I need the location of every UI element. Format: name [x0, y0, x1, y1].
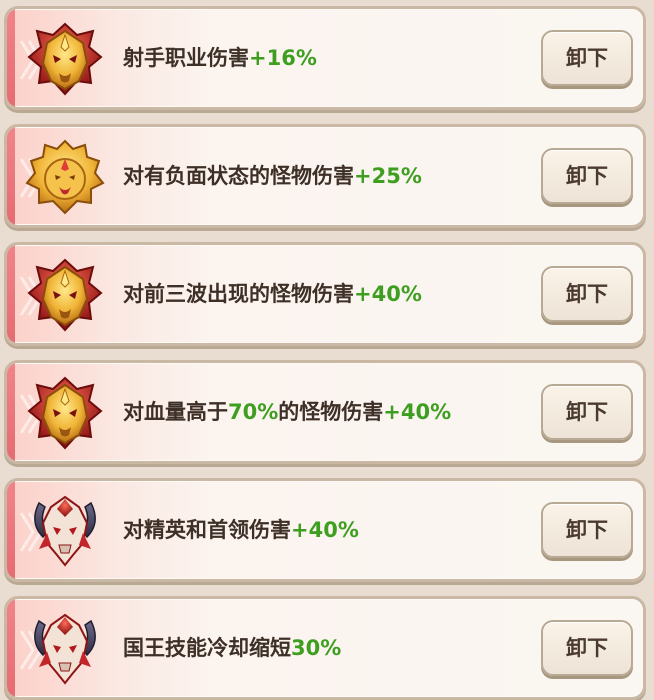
- bonus-text: 对有负面状态的怪物伤害: [123, 164, 354, 188]
- bonus-value: 30%: [291, 636, 342, 660]
- bonus-value: +40%: [383, 400, 452, 424]
- unequip-button[interactable]: 卸下: [541, 148, 633, 204]
- bonus-description: 对有负面状态的怪物伤害+25%: [123, 127, 422, 225]
- bonus-text: 射手职业伤害: [123, 46, 249, 70]
- bonus-description: 对前三波出现的怪物伤害+40%: [123, 245, 422, 343]
- bonus-text: 对前三波出现的怪物伤害: [123, 282, 354, 306]
- bonus-description: 国王技能冷却缩短30%: [123, 599, 341, 697]
- unequip-button[interactable]: 卸下: [541, 502, 633, 558]
- gold-dragon-crest-icon: [25, 257, 105, 333]
- horned-skull-crest-icon: [25, 611, 105, 687]
- bonus-row: 对前三波出现的怪物伤害+40% 卸下: [4, 242, 646, 346]
- bonus-row: 对血量高于70%的怪物伤害+40% 卸下: [4, 360, 646, 464]
- bonus-text-suffix: 的怪物伤害: [278, 400, 384, 424]
- bonus-row: 国王技能冷却缩短30% 卸下: [4, 596, 646, 700]
- gold-dragon-crest-icon: [25, 21, 105, 97]
- gold-lion-crest-icon: [25, 139, 105, 215]
- bonus-description: 射手职业伤害+16%: [123, 9, 317, 107]
- bonus-text: 对血量高于: [123, 400, 228, 424]
- bonus-text: 对精英和首领伤害: [123, 518, 291, 542]
- bonus-row: 对精英和首领伤害+40% 卸下: [4, 478, 646, 582]
- bonus-description: 对精英和首领伤害+40%: [123, 481, 359, 579]
- unequip-button[interactable]: 卸下: [541, 30, 633, 86]
- bonus-value: +25%: [354, 164, 422, 188]
- horned-skull-crest-icon: [25, 493, 105, 569]
- gold-dragon-crest-icon: [25, 375, 105, 451]
- bonus-value: +40%: [291, 518, 359, 542]
- bonus-value: +16%: [249, 46, 317, 70]
- unequip-button[interactable]: 卸下: [541, 384, 633, 440]
- unequip-button[interactable]: 卸下: [541, 266, 633, 322]
- bonus-threshold: 70%: [228, 400, 279, 424]
- equipped-bonus-list: 射手职业伤害+16% 卸下 对有负面状态的怪物伤害+25% 卸下 对前三波出现的…: [0, 0, 654, 700]
- bonus-value: +40%: [354, 282, 422, 306]
- bonus-row: 射手职业伤害+16% 卸下: [4, 6, 646, 110]
- bonus-text: 国王技能冷却缩短: [123, 636, 291, 660]
- bonus-row: 对有负面状态的怪物伤害+25% 卸下: [4, 124, 646, 228]
- bonus-description: 对血量高于70%的怪物伤害+40%: [123, 363, 451, 461]
